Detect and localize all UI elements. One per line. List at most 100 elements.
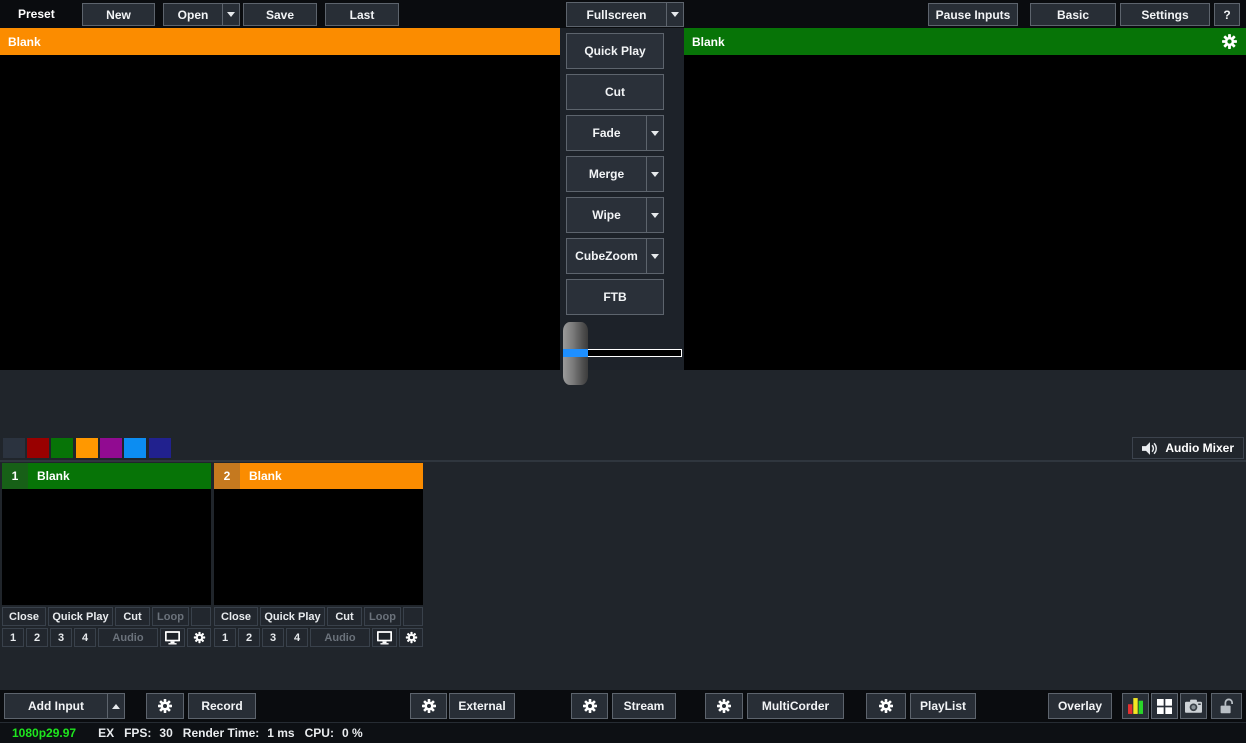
tbar-track[interactable] <box>587 349 682 357</box>
speaker-icon <box>1142 441 1158 456</box>
input-settings-button[interactable] <box>399 628 423 647</box>
chevron-down-icon <box>651 172 659 177</box>
color-swatch-orange[interactable] <box>76 438 98 458</box>
input-overlay-2-button[interactable]: 2 <box>238 628 260 647</box>
input-fullscreen-button[interactable] <box>160 628 185 647</box>
multicorder-settings-button[interactable] <box>705 693 743 719</box>
color-swatch-red[interactable] <box>27 438 49 458</box>
output-pane: Blank <box>684 28 1246 370</box>
new-button[interactable]: New <box>82 3 155 26</box>
help-button[interactable]: ? <box>1214 3 1240 26</box>
lock-button[interactable] <box>1211 693 1242 719</box>
output-settings-gear-icon[interactable] <box>1221 33 1238 50</box>
layout-grid-button[interactable] <box>1151 693 1178 719</box>
transition-wipe-button[interactable]: Wipe <box>566 197 664 233</box>
color-swatch-blue[interactable] <box>124 438 146 458</box>
multicorder-button[interactable]: MultiCorder <box>747 693 844 719</box>
cpu-value: 0 % <box>342 726 363 740</box>
fullscreen-dropdown-button[interactable] <box>666 3 683 26</box>
input-overlay-3-button[interactable]: 3 <box>262 628 284 647</box>
input-cut-button[interactable]: Cut <box>327 607 362 626</box>
resolution-status[interactable]: 1080p29.97 <box>12 726 76 740</box>
input-overlay-1-button[interactable]: 1 <box>2 628 24 647</box>
preview-title-bar[interactable]: Blank <box>0 28 560 55</box>
input-overlay-1-button[interactable]: 1 <box>214 628 236 647</box>
unlocked-padlock-icon <box>1219 698 1235 714</box>
last-button[interactable]: Last <box>325 3 399 26</box>
input-overlay-4-button[interactable]: 4 <box>286 628 308 647</box>
input-2-header[interactable]: 2 Blank <box>214 463 423 489</box>
cubezoom-dropdown-button[interactable] <box>646 239 663 273</box>
input-quickplay-button[interactable]: Quick Play <box>48 607 113 626</box>
color-swatch-purple[interactable] <box>100 438 122 458</box>
transition-label: CubeZoom <box>567 239 646 273</box>
chevron-down-icon <box>651 131 659 136</box>
add-input-button[interactable]: Add Input <box>4 693 125 719</box>
input-cut-button[interactable]: Cut <box>115 607 150 626</box>
stream-button[interactable]: Stream <box>612 693 676 719</box>
pause-inputs-button[interactable]: Pause Inputs <box>928 3 1018 26</box>
transition-fade-button[interactable]: Fade <box>566 115 664 151</box>
input-audio-button: Audio <box>98 628 158 647</box>
playlist-settings-button[interactable] <box>866 693 906 719</box>
input-number-badge: 2 <box>214 463 240 489</box>
input-settings-button[interactable] <box>187 628 211 647</box>
input-fullscreen-button[interactable] <box>372 628 397 647</box>
transition-cut-button[interactable]: Cut <box>566 74 664 110</box>
gear-icon <box>421 698 437 714</box>
merge-dropdown-button[interactable] <box>646 157 663 191</box>
input-1-video-area[interactable] <box>2 489 211 605</box>
color-swatch-navy[interactable] <box>149 438 171 458</box>
chevron-down-icon <box>671 12 679 17</box>
input-close-button[interactable]: Close <box>2 607 46 626</box>
transition-merge-button[interactable]: Merge <box>566 156 664 192</box>
record-button[interactable]: Record <box>188 693 256 719</box>
tbar-handle[interactable] <box>563 322 588 385</box>
input-loop-button: Loop <box>152 607 189 626</box>
add-input-dropdown-button[interactable] <box>107 694 124 718</box>
gear-icon <box>878 698 894 714</box>
fade-dropdown-button[interactable] <box>646 116 663 150</box>
color-swatch-none[interactable] <box>3 438 25 458</box>
output-title-bar[interactable]: Blank <box>684 28 1246 55</box>
input-close-button[interactable]: Close <box>214 607 258 626</box>
input-overlay-3-button[interactable]: 3 <box>50 628 72 647</box>
chevron-down-icon <box>227 12 235 17</box>
basic-button[interactable]: Basic <box>1030 3 1116 26</box>
monitor-icon <box>377 631 392 645</box>
render-time-value: 1 ms <box>267 726 294 740</box>
transition-cubezoom-button[interactable]: CubeZoom <box>566 238 664 274</box>
input-overlay-2-button[interactable]: 2 <box>26 628 48 647</box>
record-settings-button[interactable] <box>146 693 184 719</box>
input-quickplay-button[interactable]: Quick Play <box>260 607 325 626</box>
save-button[interactable]: Save <box>243 3 317 26</box>
gear-icon <box>716 698 732 714</box>
stream-settings-button[interactable] <box>571 693 608 719</box>
playlist-button[interactable]: PlayList <box>910 693 976 719</box>
open-button[interactable]: Open <box>163 3 240 26</box>
color-swatch-green[interactable] <box>51 438 73 458</box>
audio-levels-toggle-button[interactable] <box>1122 693 1149 719</box>
transition-quickplay-button[interactable]: Quick Play <box>566 33 664 69</box>
overlay-button[interactable]: Overlay <box>1048 693 1112 719</box>
preview-pane: Blank <box>0 28 560 370</box>
external-settings-button[interactable] <box>410 693 447 719</box>
chevron-down-icon <box>651 254 659 259</box>
input-2-controls-row-2: 1 2 3 4 Audio <box>214 628 423 647</box>
open-button-label: Open <box>164 4 222 25</box>
transition-label: Quick Play <box>584 44 645 58</box>
input-1-header[interactable]: 1 Blank <box>2 463 211 489</box>
settings-button[interactable]: Settings <box>1120 3 1210 26</box>
input-2-video-area[interactable] <box>214 489 423 605</box>
transition-ftb-button[interactable]: FTB <box>566 279 664 315</box>
wipe-dropdown-button[interactable] <box>646 198 663 232</box>
open-dropdown-button[interactable] <box>222 4 239 25</box>
audio-mixer-button[interactable]: Audio Mixer <box>1132 437 1244 459</box>
external-button[interactable]: External <box>449 693 515 719</box>
fullscreen-button[interactable]: Fullscreen <box>566 2 684 27</box>
snapshot-button[interactable] <box>1180 693 1207 719</box>
chevron-down-icon <box>651 213 659 218</box>
input-overlay-4-button[interactable]: 4 <box>74 628 96 647</box>
input-title: Blank <box>28 469 70 483</box>
input-title: Blank <box>240 469 282 483</box>
